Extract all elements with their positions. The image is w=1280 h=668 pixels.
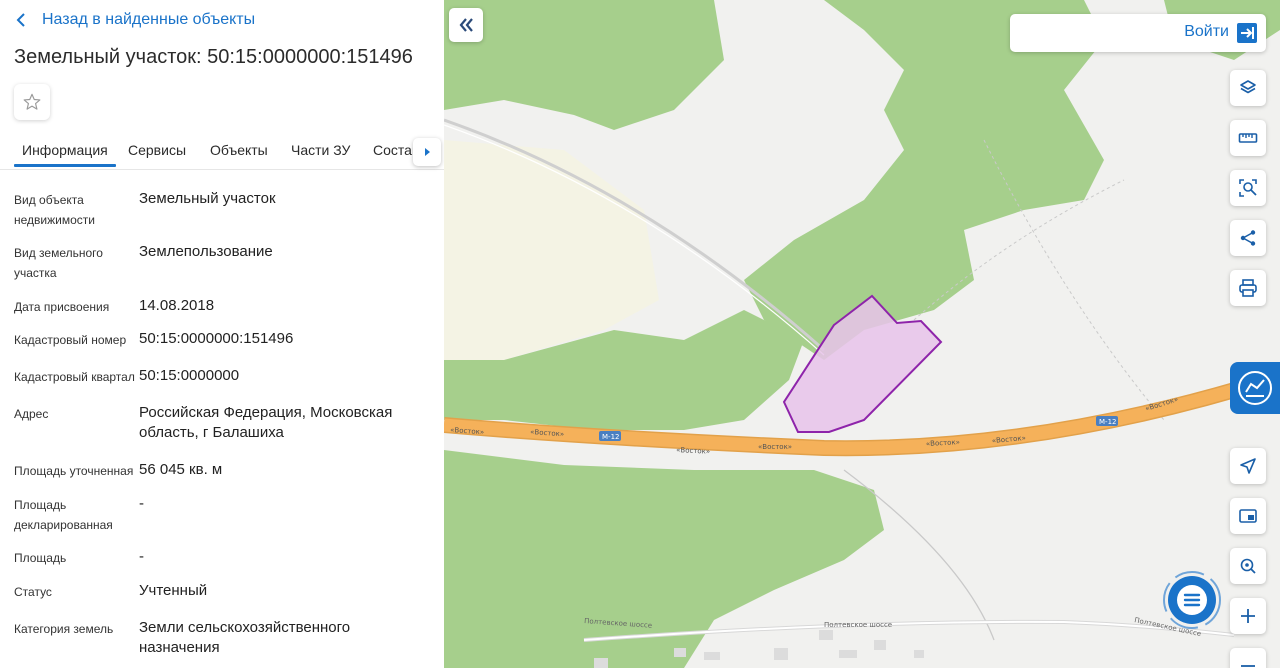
login-label: Войти <box>1184 23 1229 40</box>
info-value: Земельный участок <box>139 190 276 207</box>
page-title: Земельный участок: 50:15:0000000:151496 <box>14 46 413 68</box>
zoom-out-icon <box>1241 665 1255 667</box>
info-label: Адрес <box>14 407 49 421</box>
info-label: Дата присвоения <box>14 300 110 314</box>
field-area <box>444 140 659 360</box>
area-search-icon <box>1239 179 1257 197</box>
tab-parts[interactable]: Части ЗУ <box>291 142 350 158</box>
chat-button[interactable] <box>1162 570 1222 630</box>
map-view[interactable]: Полтевское шоссе Полтевское шоссе Полтев… <box>444 0 1280 668</box>
route-shield-label: М-12 <box>1099 418 1116 426</box>
area-search-button[interactable] <box>1230 170 1266 206</box>
share-button[interactable] <box>1230 220 1266 256</box>
map-promo-icon <box>1238 371 1272 405</box>
login-icon <box>1237 23 1257 43</box>
info-label: Площадь декларированная <box>14 498 113 532</box>
ruler-icon <box>1238 133 1258 143</box>
info-row: Площадь - <box>0 542 444 576</box>
info-table: Вид объекта недвижимости Земельный участ… <box>0 184 444 663</box>
layers-icon <box>1240 80 1256 94</box>
info-value: Земли сельскохозяйственного назначения <box>139 619 351 656</box>
share-icon <box>1240 230 1256 246</box>
tab-bar: Информация Сервисы Объекты Части ЗУ Сост… <box>0 138 444 170</box>
info-value: 50:15:0000000:151496 <box>139 330 294 347</box>
locate-icon <box>1240 458 1256 474</box>
geo-search-icon <box>1240 558 1256 574</box>
info-label: Вид земельного участка <box>14 246 103 280</box>
info-row: Категория земель Земли сельскохозяйствен… <box>0 613 444 663</box>
info-value: - <box>139 495 144 512</box>
forest-area <box>744 0 1104 360</box>
chevron-left-icon <box>16 13 25 27</box>
layers-button[interactable] <box>1230 70 1266 106</box>
info-label: Вид объекта недвижимости <box>14 193 95 227</box>
info-row: Кадастровый квартал 50:15:0000000 <box>0 361 444 398</box>
back-link[interactable]: Назад в найденные объекты <box>16 11 255 29</box>
road-label-vostok: «Восток» <box>758 443 792 451</box>
info-row: Адрес Российская Федерация, Московская о… <box>0 398 444 455</box>
info-value: Российская Федерация, Московская область… <box>139 404 393 441</box>
info-value: 56 045 кв. м <box>139 461 223 478</box>
tab-information[interactable]: Информация <box>14 142 116 167</box>
road-label-vostok: «Восток» <box>676 446 710 456</box>
info-value: Землепользование <box>139 243 273 260</box>
road-label-poltevskoe: Полтевское шоссе <box>824 621 892 629</box>
info-row: Площадь уточненная 56 045 кв. м <box>0 455 444 489</box>
login-button[interactable]: Войти <box>1010 14 1266 52</box>
print-button[interactable] <box>1230 270 1266 306</box>
info-value: 14.08.2018 <box>139 297 215 314</box>
star-icon <box>23 93 41 110</box>
route-shield-label: М-12 <box>602 433 619 441</box>
double-chevron-left-icon <box>459 18 473 32</box>
road-label-vostok: «Восток» <box>450 426 485 436</box>
ruler-button[interactable] <box>1230 120 1266 156</box>
info-label: Площадь <box>14 551 67 565</box>
minimap-button[interactable] <box>1230 498 1266 534</box>
back-link-label: Назад в найденные объекты <box>42 11 256 28</box>
tab-services[interactable]: Сервисы <box>128 142 186 158</box>
info-row: Дата присвоения 14.08.2018 <box>0 291 444 324</box>
caret-right-icon <box>425 148 430 156</box>
info-value: Учтенный <box>139 582 208 599</box>
info-label: Статус <box>14 585 52 599</box>
forest-area <box>444 0 724 130</box>
info-row: Статус Учтенный <box>0 576 444 613</box>
info-row: Вид объекта недвижимости Земельный участ… <box>0 184 444 237</box>
tab-objects[interactable]: Объекты <box>210 142 268 158</box>
tabs-scroll-right-button[interactable] <box>413 138 441 166</box>
info-row: Кадастровый номер 50:15:0000000:151496 <box>0 324 444 361</box>
info-value: - <box>139 548 144 565</box>
info-label: Категория земель <box>14 622 114 636</box>
info-row: Площадь декларированная - <box>0 489 444 542</box>
info-label: Площадь уточненная <box>14 464 134 478</box>
collapse-panel-button[interactable] <box>449 8 483 42</box>
chat-icon <box>1163 571 1221 629</box>
geo-search-button[interactable] <box>1230 548 1266 584</box>
favorite-button[interactable] <box>14 84 50 120</box>
map-canvas[interactable]: Полтевское шоссе Полтевское шоссе Полтев… <box>444 0 1280 668</box>
info-label: Кадастровый номер <box>14 333 127 347</box>
zoom-in-button[interactable] <box>1230 598 1266 634</box>
info-label: Кадастровый квартал <box>14 370 135 384</box>
locate-button[interactable] <box>1230 448 1266 484</box>
print-icon <box>1239 279 1257 297</box>
info-value: 50:15:0000000 <box>139 367 240 384</box>
zoom-in-icon <box>1241 609 1255 623</box>
zoom-out-button[interactable] <box>1230 648 1266 668</box>
info-panel: Назад в найденные объекты Земельный учас… <box>0 0 444 668</box>
promo-tab-button[interactable] <box>1230 362 1280 414</box>
info-row: Вид земельного участка Землепользование <box>0 237 444 291</box>
minimap-icon <box>1239 509 1257 523</box>
